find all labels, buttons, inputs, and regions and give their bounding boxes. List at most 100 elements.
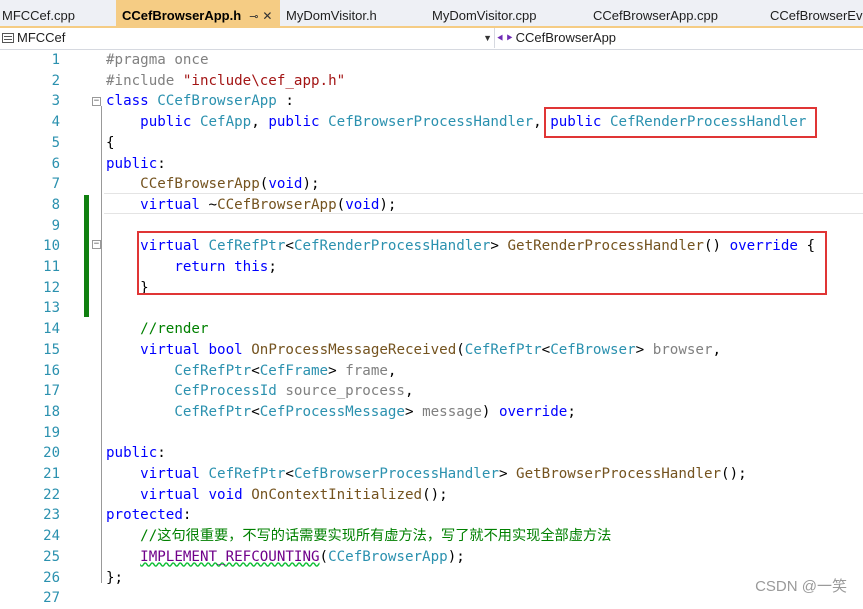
close-icon[interactable]: ✕ [262,9,272,23]
tab-ccefbrowserevent[interactable]: CCefBrowserEve [768,0,863,26]
line-number: 11 [43,259,60,275]
code-token: IMPLEMENT_REFCOUNTING [140,548,320,565]
code-token: frame [345,362,388,379]
code-line[interactable]: 14 //render [0,319,863,340]
code-token: ( [336,196,346,213]
tab-label: CCefBrowserApp.h [122,8,242,23]
code-text[interactable]: virtual bool OnProcessMessageReceived(Ce… [106,340,721,361]
pin-icon[interactable]: ⊸ [249,11,258,23]
code-token: ; [567,403,576,420]
code-line[interactable]: 22 virtual void OnContextInitialized(); [0,485,863,506]
tab-ccefbrowserapp-cpp[interactable]: CCefBrowserApp.cpp [591,0,763,26]
code-line[interactable]: 20 public: [0,443,863,464]
code-token: ~ [208,196,218,213]
code-text[interactable]: #pragma once [106,50,209,71]
tab-label: MyDomVisitor.cpp [432,8,537,23]
tab-label: CCefBrowserEve [770,8,863,23]
code-line[interactable]: 2 #include "include\cef_app.h" [0,71,863,92]
code-text[interactable]: //这句很重要，不写的话需要实现所有虚方法，写了就不用实现全部虚方法 [106,526,611,547]
line-number: 3 [51,93,60,110]
code-line[interactable]: 17 CefProcessId source_process, [0,381,863,402]
code-line[interactable]: 27 [0,588,863,609]
code-text[interactable]: public: [106,443,166,464]
code-token: : [157,445,166,462]
code-editor[interactable]: − − 1 #pragma once 2 #include "include\cef_… [0,50,863,606]
code-line[interactable]: 25 IMPLEMENT_REFCOUNTING(CCefBrowserApp)… [0,547,863,568]
line-number: 24 [43,528,60,545]
code-line[interactable]: 13 [0,298,863,319]
line-number: 1 [51,52,60,68]
tab-mydomvisitor-cpp[interactable]: MyDomVisitor.cpp [430,0,588,26]
code-token: OnContextInitialized [251,486,423,503]
line-number: 16 [43,362,60,379]
code-token: CefBrowserProcessHandler [328,114,534,131]
code-token: CCefBrowserApp [157,93,277,110]
code-token: CCefBrowserApp [217,196,337,213]
code-text[interactable]: virtual void OnContextInitialized(); [106,485,448,506]
tab-mfccef-cpp[interactable]: MFCCef.cpp [0,0,116,26]
chevron-down-icon[interactable]: ▼ [483,28,492,48]
line-number: 17 [43,383,60,400]
scope-dropdown[interactable]: ⯇⯈ CCefBrowserApp [496,28,616,48]
code-token: < [541,341,551,358]
code-text[interactable]: CefRefPtr<CefProcessMessage> message) ov… [106,402,576,423]
code-token: public [140,114,200,131]
code-line[interactable]: 24 //这句很重要，不写的话需要实现所有虚方法，写了就不用实现全部虚方法 [0,526,863,547]
code-token: #pragma once [106,52,209,68]
line-number: 6 [51,155,60,172]
code-text[interactable]: }; [106,568,123,589]
tab-label: MFCCef.cpp [2,8,75,23]
code-line[interactable]: 6 public: [0,154,863,175]
code-token: void [208,486,252,503]
code-text[interactable]: virtual CefRefPtr<CefBrowserProcessHandl… [106,464,746,485]
code-line[interactable]: 23 protected: [0,505,863,526]
tab-mydomvisitor-h[interactable]: MyDomVisitor.h [284,0,429,26]
code-text[interactable]: CefProcessId source_process, [106,381,413,402]
tab-ccefbrowserapp-h[interactable]: CCefBrowserApp.h ⊸ ✕ [116,0,280,26]
code-token: CefRefPtr [208,466,286,482]
project-dropdown[interactable]: MFCCef ▼ [0,28,495,48]
code-line[interactable]: 8 virtual ~CCefBrowserApp(void); [0,195,863,216]
code-text[interactable]: CefRefPtr<CefFrame> frame, [106,361,396,382]
code-text[interactable]: CCefBrowserApp(void); [106,174,319,195]
code-line[interactable]: 26}; [0,568,863,589]
code-text[interactable]: class CCefBrowserApp : [106,91,294,112]
code-token: CefApp [199,114,252,131]
code-token: CCefBrowserApp [140,176,260,193]
code-line[interactable]: 16 CefRefPtr<CefFrame> frame, [0,361,863,382]
code-token: CCefBrowserApp [328,548,448,565]
code-text[interactable]: IMPLEMENT_REFCOUNTING(CCefBrowserApp); [106,547,465,568]
code-text[interactable]: virtual ~CCefBrowserApp(void); [106,195,396,216]
code-token: }; [106,569,124,586]
line-number: 12 [43,279,60,296]
code-line[interactable]: 19 [0,423,863,444]
code-line[interactable]: 15 virtual bool OnProcessMessageReceived… [0,340,863,361]
code-line[interactable]: 21 virtual CefRefPtr<CefBrowserProcessHa… [0,464,863,485]
code-token: CefBrowser [550,341,636,358]
code-token: > [328,362,346,379]
code-line[interactable]: 7 CCefBrowserApp(void); [0,174,863,195]
code-text[interactable]: #include "include\cef_app.h" [106,71,345,92]
line-number: 27 [43,590,60,607]
code-text[interactable]: public: [106,154,166,175]
code-token: override [498,403,568,420]
code-token: , [712,341,722,358]
code-line[interactable]: 1 #pragma once [0,50,863,71]
code-line[interactable]: 18 CefRefPtr<CefProcessMessage> message)… [0,402,863,423]
code-token: ); [447,548,465,565]
code-text[interactable]: //render [106,319,208,340]
navigation-bar: MFCCef ▼ ⯇⯈ CCefBrowserApp [0,28,863,50]
code-token: : [182,507,192,524]
code-text[interactable]: protected: [106,505,191,526]
line-number: 25 [43,548,60,565]
code-token: CefProcessMessage [259,403,405,420]
code-token: public [106,445,158,462]
code-token: (); [422,486,448,503]
project-icon [2,33,14,43]
code-text[interactable]: { [106,133,115,154]
